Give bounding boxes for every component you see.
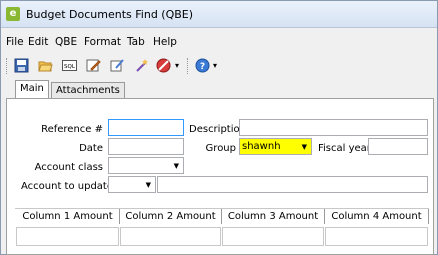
menu-file[interactable]: File [6, 36, 24, 48]
menu-tab[interactable]: Tab [127, 36, 145, 48]
account-to-update-select[interactable]: ▼ [108, 176, 156, 193]
app-icon: e [6, 7, 20, 21]
menu-edit[interactable]: Edit [28, 36, 48, 48]
menu-bar: File Edit QBE Format Tab Help [1, 35, 437, 51]
group-value: shawnh [242, 141, 281, 152]
account-class-label: Account class [34, 162, 103, 173]
toolbar: SQL ▾ ? ▾ [1, 53, 437, 79]
group-dropdown-icon[interactable]: ▼ [302, 140, 307, 155]
tab-strip: Main Attachments [1, 80, 437, 98]
account-class-dropdown-icon[interactable]: ▼ [174, 159, 179, 174]
grid-cell-col4[interactable] [325, 227, 428, 246]
cancel-dropdown-icon[interactable]: ▾ [175, 61, 179, 70]
cancel-icon[interactable] [156, 58, 171, 73]
grid-cell-col2[interactable] [120, 227, 221, 246]
account-class-select[interactable]: ▼ [108, 157, 184, 174]
menu-help[interactable]: Help [153, 36, 177, 48]
date-label: Date [79, 143, 103, 154]
save-icon[interactable] [14, 58, 29, 73]
grid-header-col3[interactable]: Column 3 Amount [222, 209, 325, 224]
grid-cell-col1[interactable] [16, 227, 119, 246]
description-input[interactable] [239, 119, 428, 136]
description-label: Description [189, 124, 246, 135]
sql-icon[interactable]: SQL [62, 58, 77, 73]
menu-format[interactable]: Format [84, 36, 121, 48]
sql-icon-text: SQL [64, 64, 76, 70]
grid-header-col2[interactable]: Column 2 Amount [120, 209, 222, 224]
grid-header-col1[interactable]: Column 1 Amount [16, 209, 120, 224]
grid-cell-col3[interactable] [222, 227, 324, 246]
help-icon[interactable]: ? [195, 58, 210, 73]
wizard-icon[interactable] [134, 58, 149, 73]
account-to-update-label: Account to update [21, 181, 114, 192]
account-to-update-input[interactable] [157, 176, 428, 193]
edit-icon[interactable] [86, 58, 101, 73]
fiscal-year-input[interactable] [368, 138, 428, 155]
group-select[interactable]: shawnh ▼ [239, 138, 312, 155]
toolbar-separator [187, 58, 189, 74]
menu-qbe[interactable]: QBE [55, 36, 77, 48]
grid-header-col4[interactable]: Column 4 Amount [325, 209, 429, 224]
fiscal-year-label: Fiscal year [318, 143, 371, 154]
toolbar-grip[interactable] [6, 58, 9, 74]
group-label: Group [205, 143, 236, 154]
reference-input[interactable] [108, 119, 184, 136]
tab-attachments[interactable]: Attachments [51, 82, 125, 98]
date-input[interactable] [108, 138, 184, 155]
tab-main[interactable]: Main [15, 80, 49, 98]
window-title: Budget Documents Find (QBE) [26, 8, 194, 21]
reference-label: Reference # [41, 124, 103, 135]
title-bar: e Budget Documents Find (QBE) [1, 1, 437, 28]
open-folder-icon[interactable] [38, 58, 53, 73]
window: e Budget Documents Find (QBE) File Edit … [0, 0, 438, 255]
svg-text:?: ? [200, 62, 205, 72]
clear-icon[interactable] [110, 58, 125, 73]
help-dropdown-icon[interactable]: ▾ [213, 61, 217, 70]
account-to-update-dropdown-icon[interactable]: ▼ [146, 178, 151, 193]
